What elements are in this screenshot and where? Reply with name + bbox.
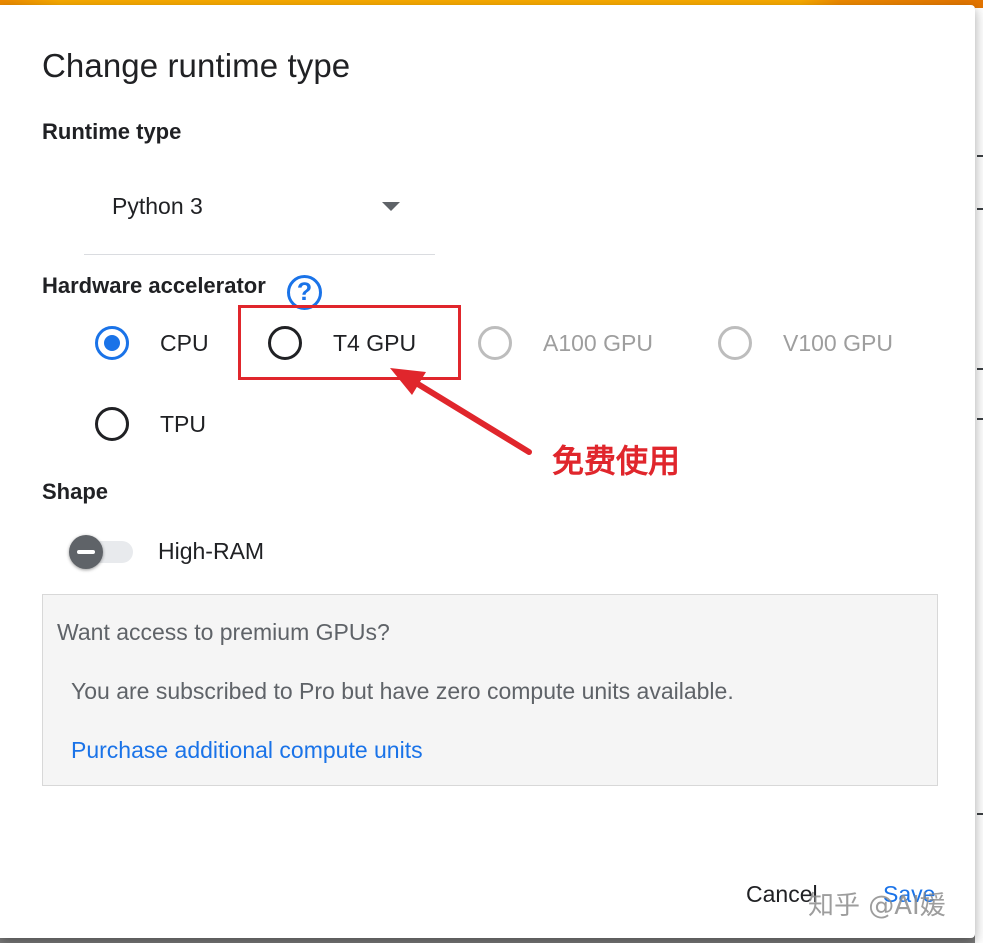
annotation-text: 免费使用 [552, 442, 681, 480]
annotation-arrow-icon [390, 368, 532, 455]
